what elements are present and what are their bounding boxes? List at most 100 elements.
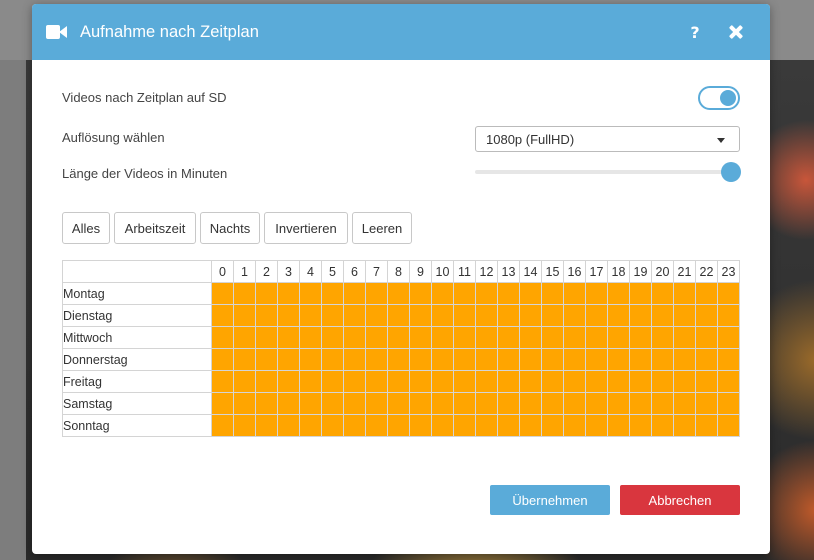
schedule-cell[interactable] (673, 348, 696, 371)
schedule-cell[interactable] (585, 326, 608, 349)
schedule-cell[interactable] (585, 304, 608, 327)
schedule-cell[interactable] (233, 414, 256, 437)
schedule-cell[interactable] (277, 348, 300, 371)
schedule-cell[interactable] (365, 370, 388, 393)
hour-header-5[interactable]: 5 (321, 260, 344, 283)
schedule-cell[interactable] (453, 304, 476, 327)
schedule-cell[interactable] (651, 326, 674, 349)
schedule-cell[interactable] (695, 304, 718, 327)
video-length-slider-track[interactable] (475, 170, 731, 174)
schedule-cell[interactable] (365, 348, 388, 371)
schedule-cell[interactable] (519, 326, 542, 349)
hour-header-20[interactable]: 20 (651, 260, 674, 283)
schedule-cell[interactable] (541, 282, 564, 305)
schedule-cell[interactable] (673, 370, 696, 393)
schedule-cell[interactable] (431, 370, 454, 393)
schedule-cell[interactable] (321, 370, 344, 393)
hour-header-11[interactable]: 11 (453, 260, 476, 283)
schedule-cell[interactable] (255, 414, 278, 437)
schedule-cell[interactable] (651, 348, 674, 371)
schedule-cell[interactable] (497, 414, 520, 437)
schedule-cell[interactable] (343, 392, 366, 415)
schedule-cell[interactable] (541, 348, 564, 371)
schedule-cell[interactable] (585, 348, 608, 371)
schedule-cell[interactable] (255, 348, 278, 371)
schedule-cell[interactable] (409, 392, 432, 415)
schedule-cell[interactable] (673, 326, 696, 349)
preset-invert-button[interactable]: Invertieren (264, 212, 348, 244)
hour-header-15[interactable]: 15 (541, 260, 564, 283)
hour-header-18[interactable]: 18 (607, 260, 630, 283)
schedule-cell[interactable] (475, 370, 498, 393)
schedule-cell[interactable] (211, 392, 234, 415)
hour-header-22[interactable]: 22 (695, 260, 718, 283)
schedule-cell[interactable] (497, 392, 520, 415)
schedule-cell[interactable] (695, 414, 718, 437)
schedule-cell[interactable] (497, 370, 520, 393)
schedule-cell[interactable] (695, 326, 718, 349)
schedule-cell[interactable] (321, 282, 344, 305)
schedule-cell[interactable] (365, 414, 388, 437)
schedule-cell[interactable] (475, 282, 498, 305)
schedule-cell[interactable] (343, 282, 366, 305)
schedule-cell[interactable] (431, 392, 454, 415)
schedule-cell[interactable] (717, 282, 740, 305)
schedule-cell[interactable] (431, 282, 454, 305)
schedule-cell[interactable] (277, 326, 300, 349)
hour-header-7[interactable]: 7 (365, 260, 388, 283)
schedule-cell[interactable] (431, 414, 454, 437)
schedule-cell[interactable] (607, 414, 630, 437)
schedule-cell[interactable] (607, 304, 630, 327)
schedule-cell[interactable] (387, 348, 410, 371)
schedule-cell[interactable] (607, 282, 630, 305)
schedule-cell[interactable] (651, 392, 674, 415)
schedule-cell[interactable] (629, 348, 652, 371)
schedule-cell[interactable] (387, 370, 410, 393)
schedule-cell[interactable] (211, 370, 234, 393)
schedule-cell[interactable] (233, 348, 256, 371)
schedule-cell[interactable] (695, 370, 718, 393)
resolution-select[interactable]: 1080p (FullHD) (475, 126, 740, 152)
schedule-cell[interactable] (651, 304, 674, 327)
schedule-cell[interactable] (541, 326, 564, 349)
hour-header-14[interactable]: 14 (519, 260, 542, 283)
schedule-cell[interactable] (673, 414, 696, 437)
schedule-cell[interactable] (453, 348, 476, 371)
schedule-cell[interactable] (255, 304, 278, 327)
schedule-cell[interactable] (541, 392, 564, 415)
hour-header-0[interactable]: 0 (211, 260, 234, 283)
schedule-cell[interactable] (475, 392, 498, 415)
schedule-cell[interactable] (629, 392, 652, 415)
schedule-cell[interactable] (431, 326, 454, 349)
preset-all-button[interactable]: Alles (62, 212, 110, 244)
schedule-cell[interactable] (343, 414, 366, 437)
schedule-cell[interactable] (299, 414, 322, 437)
schedule-cell[interactable] (211, 326, 234, 349)
schedule-cell[interactable] (629, 304, 652, 327)
schedule-cell[interactable] (541, 304, 564, 327)
schedule-cell[interactable] (343, 370, 366, 393)
preset-worktime-button[interactable]: Arbeitszeit (114, 212, 196, 244)
day-label[interactable]: Samstag (62, 392, 212, 415)
apply-button[interactable]: Übernehmen (490, 485, 610, 515)
schedule-cell[interactable] (585, 414, 608, 437)
schedule-cell[interactable] (629, 326, 652, 349)
schedule-cell[interactable] (387, 414, 410, 437)
schedule-cell[interactable] (629, 414, 652, 437)
sd-schedule-toggle[interactable] (698, 86, 740, 110)
schedule-cell[interactable] (673, 282, 696, 305)
hour-header-8[interactable]: 8 (387, 260, 410, 283)
schedule-cell[interactable] (255, 282, 278, 305)
schedule-cell[interactable] (321, 304, 344, 327)
hour-header-16[interactable]: 16 (563, 260, 586, 283)
schedule-cell[interactable] (607, 392, 630, 415)
schedule-cell[interactable] (255, 392, 278, 415)
schedule-cell[interactable] (717, 370, 740, 393)
schedule-cell[interactable] (343, 304, 366, 327)
schedule-cell[interactable] (299, 370, 322, 393)
schedule-cell[interactable] (717, 326, 740, 349)
hour-header-21[interactable]: 21 (673, 260, 696, 283)
hour-header-13[interactable]: 13 (497, 260, 520, 283)
schedule-cell[interactable] (299, 326, 322, 349)
schedule-cell[interactable] (453, 326, 476, 349)
